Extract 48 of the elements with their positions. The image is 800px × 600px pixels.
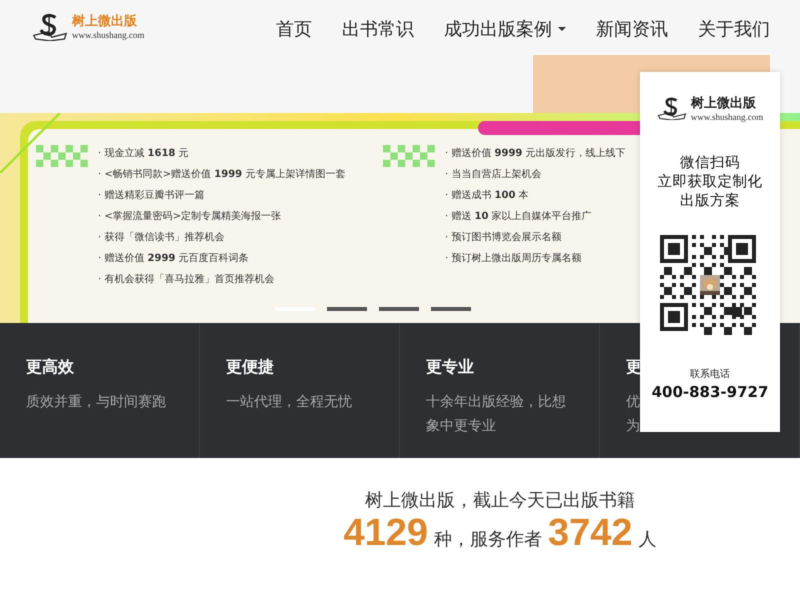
benefit-item: · 有机会获得「喜马拉雅」首页推荐机会 <box>98 272 274 287</box>
phone-label: 联系电话 <box>690 368 730 381</box>
nav-link[interactable]: 首页 <box>276 17 312 41</box>
nav-link[interactable]: 关于我们 <box>698 17 770 41</box>
book-count: 4129 <box>343 512 428 555</box>
benefit-item: · 预订图书博览会展示名额 <box>445 230 562 245</box>
benefit-item: · 预订树上微出版周历专属名额 <box>445 252 582 266</box>
benefit-item: · <掌握流量密码>定制专属精美海报一张 <box>98 210 282 224</box>
feature-title: 更便捷 <box>226 357 275 378</box>
feature-title: 更 <box>626 357 642 378</box>
feature-description: 一站代理，全程无忧 <box>226 393 353 412</box>
logo-name: 树上微出版 <box>690 95 757 112</box>
feature-title: 更高效 <box>26 357 75 378</box>
popup-heading: 出版方案 <box>680 192 740 211</box>
benefit-item: · 赠送 10 家以上自媒体平台推广 <box>445 210 592 224</box>
feature-title: 更专业 <box>426 357 475 378</box>
stats-intro: 树上微出版，截止今天已出版书籍 <box>365 489 635 512</box>
feature-description: 优为 <box>626 393 640 436</box>
benefit-item: · 赠送价值 9999 元出版发行，线上线下 <box>445 146 626 161</box>
benefit-item: · 赠送成书 100 本 <box>445 188 529 203</box>
benefit-item: · 当当自营店上架机会 <box>445 168 542 182</box>
feature-description: 质效并重，与时间赛跑 <box>26 393 167 412</box>
feature-description: 十余年出版经验，比想象中更专业 <box>426 393 567 436</box>
phone-number: 400-883-9727 <box>652 383 768 401</box>
benefit-item: · 赠送价值 2999 元百度百科词条 <box>98 252 249 266</box>
checker-icon <box>36 145 88 167</box>
checker-icon <box>383 145 435 167</box>
popup-heading: 立即获取定制化 <box>658 173 762 192</box>
curve-line <box>0 113 60 173</box>
nav-link[interactable]: 出书常识 <box>342 17 414 41</box>
logo-name: 树上微出版 <box>72 13 138 30</box>
benefit-item: · <畅销书同款>赠送价值 1999 元专属上架详情图一套 <box>98 168 346 182</box>
slide-indicator[interactable] <box>327 307 367 311</box>
popup-heading: 微信扫码 <box>680 154 740 173</box>
book-logo-icon <box>656 96 687 120</box>
benefit-item: · 获得「微信读书」推荐机会 <box>98 230 224 245</box>
nav-link[interactable]: 成功出版案例 <box>444 17 566 41</box>
slide-indicator[interactable] <box>379 307 419 311</box>
author-count: 3742 <box>548 512 633 555</box>
stats-text: 种，服务作者 <box>434 528 542 551</box>
benefit-item: · 现金立减 1618 元 <box>98 146 189 161</box>
logo-url: www.shushang.com <box>72 30 144 40</box>
stats-text: 人 <box>638 528 657 551</box>
logo-url: www.shushang.com <box>690 112 764 122</box>
book-logo-icon <box>32 12 68 41</box>
nav-link[interactable]: 新闻资讯 <box>596 17 668 41</box>
slide-indicator[interactable] <box>431 307 471 311</box>
benefit-item: · 赠送精彩豆瓣书评一篇 <box>98 188 204 203</box>
